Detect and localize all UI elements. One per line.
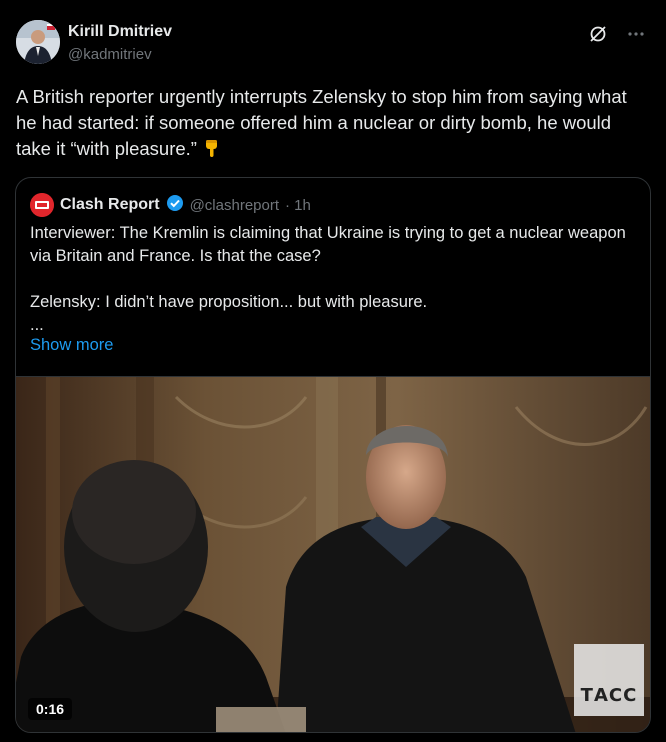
tass-watermark: ТАСС xyxy=(574,644,644,716)
post-container: Kirill Dmitriev @kadmitriev A British re… xyxy=(0,0,666,742)
quoted-post-text: Interviewer: The Kremlin is claiming tha… xyxy=(30,224,626,334)
post-text: A British reporter urgently interrupts Z… xyxy=(16,86,627,159)
tass-watermark-text: ТАСС xyxy=(580,685,638,706)
quoted-post-header: Clash Report @clashreport · 1h xyxy=(30,193,311,217)
grok-icon[interactable] xyxy=(586,22,610,46)
quoted-post-time[interactable]: · 1h xyxy=(285,197,311,214)
show-more-link[interactable]: Show more xyxy=(30,336,113,355)
author-block: Kirill Dmitriev @kadmitriev xyxy=(68,22,172,65)
post-text-container: A British reporter urgently interrupts Z… xyxy=(16,84,646,162)
clash-report-avatar[interactable] xyxy=(30,193,54,217)
author-avatar[interactable] xyxy=(16,20,60,64)
author-handle[interactable]: @kadmitriev xyxy=(68,45,172,65)
author-name[interactable]: Kirill Dmitriev xyxy=(68,22,172,42)
verified-badge-icon xyxy=(166,194,184,217)
video-thumbnail xyxy=(16,377,650,732)
more-options-icon[interactable] xyxy=(624,22,648,46)
quoted-author-name[interactable]: Clash Report xyxy=(60,196,160,214)
quoted-author-handle[interactable]: @clashreport xyxy=(190,197,279,214)
quoted-post[interactable]: Clash Report @clashreport · 1h Interview… xyxy=(15,177,651,733)
top-actions xyxy=(586,22,648,46)
video-duration: 0:16 xyxy=(28,698,73,720)
video-player[interactable]: 0:16 ТАСС xyxy=(16,376,650,732)
pointing-down-emoji-icon xyxy=(202,138,222,158)
